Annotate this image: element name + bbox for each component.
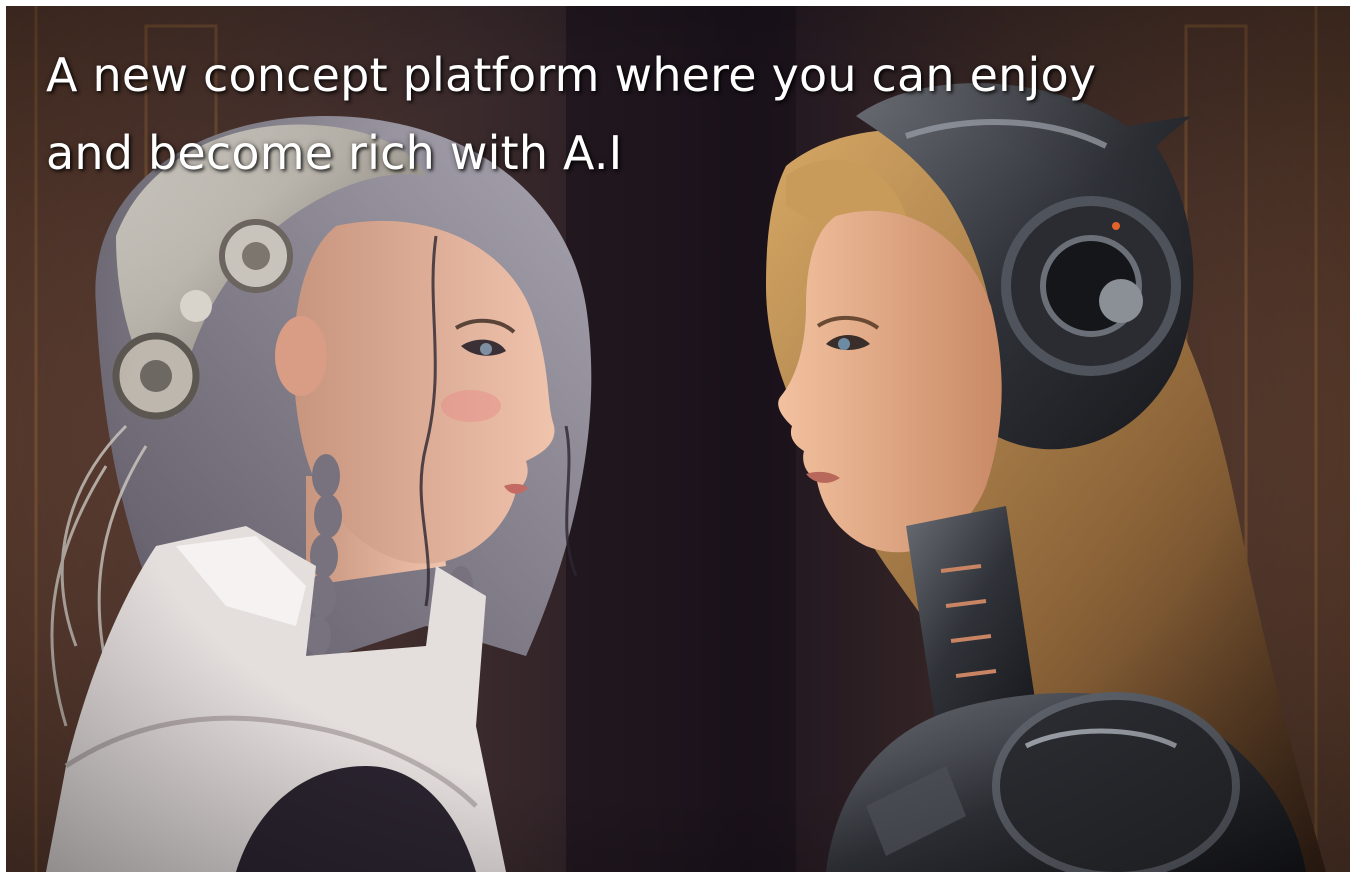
headline: A new concept platform where you can enj… (46, 36, 1286, 192)
headline-line-1: A new concept platform where you can enj… (46, 48, 1097, 102)
slide: A new concept platform where you can enj… (0, 0, 1361, 872)
headline-line-2: and become rich with A.I (46, 126, 623, 180)
